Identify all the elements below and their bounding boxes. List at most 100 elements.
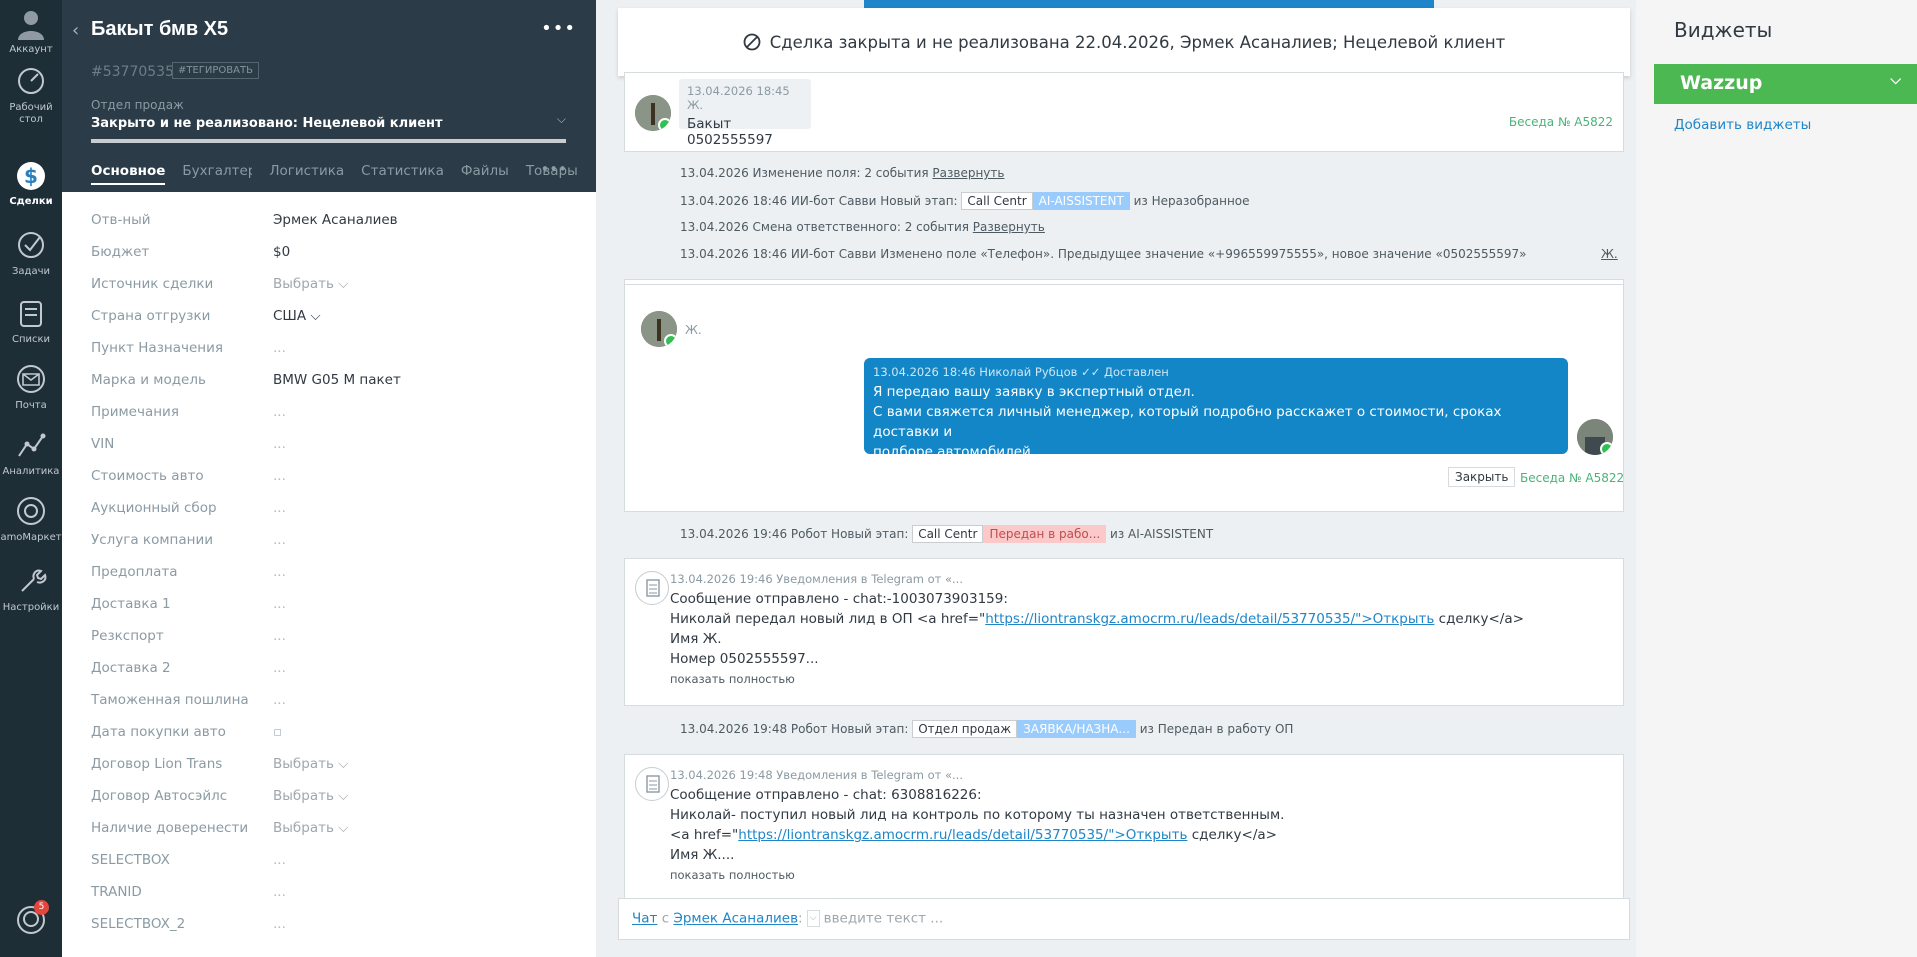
settings-icon: [21, 569, 47, 592]
deal-link[interactable]: https://liontranskgz.amocrm.ru/leads/det…: [985, 611, 1434, 627]
field-value[interactable]: ...: [273, 500, 286, 516]
nav-mail[interactable]: Почта: [0, 362, 62, 412]
status-select[interactable]: Закрыто и не реализовано: Нецелевой клие…: [91, 116, 566, 131]
field-value[interactable]: ...: [273, 468, 286, 484]
tab-main[interactable]: Основное: [91, 163, 166, 185]
field-value[interactable]: ...: [273, 564, 286, 580]
chevron-down-icon[interactable]: ⌵: [806, 910, 820, 927]
nav-deals[interactable]: $ Сделки: [0, 158, 62, 208]
calendar-icon[interactable]: ▫: [273, 724, 282, 740]
field-value[interactable]: Выбрать ⌵: [273, 276, 348, 292]
chat-input[interactable]: введите текст ...: [824, 911, 944, 927]
field-row: Источник сделки Выбрать ⌵: [91, 272, 571, 304]
closed-banner: Сделка закрыта и не реализована 22.04.20…: [618, 8, 1630, 76]
card-menu-icon[interactable]: •••: [541, 18, 576, 39]
show-more-link[interactable]: показать полностью: [670, 865, 1284, 885]
field-value[interactable]: ...: [273, 340, 286, 356]
message-meta: 13.04.2026 19:46 Уведомления в Telegram …: [670, 572, 963, 586]
show-more-link[interactable]: показать полностью: [670, 669, 1524, 689]
field-label: SELECTBOX_2: [91, 916, 186, 932]
message-meta: 13.04.2026 18:45 Ж.: [687, 84, 790, 112]
nav-dashboard[interactable]: Рабочий стол: [0, 64, 62, 126]
tg-line: Имя Ж.: [670, 631, 722, 647]
client-name: Ж.: [685, 323, 702, 337]
nav-analytics[interactable]: Аналитика: [0, 428, 62, 478]
event-suffix: из Неразобранное: [1129, 194, 1250, 208]
nav-account-label: Аккаунт: [9, 44, 53, 55]
deal-link[interactable]: https://liontranskgz.amocrm.ru/leads/det…: [738, 827, 1187, 843]
chat-mode-link[interactable]: Чат: [632, 911, 657, 927]
message-meta: 13.04.2026 18:46 Николай Рубцов ✓✓ Доста…: [873, 365, 1559, 379]
nav-tasks[interactable]: Задачи: [0, 228, 62, 278]
field-value[interactable]: Выбрать ⌵: [273, 820, 348, 836]
field-label: Отв-ный: [91, 212, 151, 228]
nav-account[interactable]: Аккаунт: [0, 6, 62, 56]
tab-files[interactable]: Файлы: [461, 163, 509, 185]
field-value[interactable]: ...: [273, 628, 286, 644]
pipeline-name: Отдел продаж: [91, 98, 184, 112]
author-link[interactable]: Ж.: [1601, 247, 1618, 261]
expand-link[interactable]: Развернуть: [932, 166, 1004, 180]
feed: Сделка закрыта и не реализована 22.04.20…: [596, 0, 1636, 957]
nav-market-label: amoМаркет: [0, 532, 62, 543]
tag-button[interactable]: #ТЕГИРОВАТЬ: [172, 62, 259, 79]
tab-accounting[interactable]: Бухгалтер: [182, 163, 252, 185]
tg-line-pre: <a href=": [670, 827, 739, 843]
chat-recipient-link[interactable]: Эрмек Асаналиев: [673, 911, 798, 927]
tab-logistics[interactable]: Логистика: [269, 163, 344, 185]
message-line: Я передаю вашу заявку в экспертный отдел…: [873, 384, 1195, 400]
field-label: Резкспорт: [91, 628, 164, 644]
field-value[interactable]: ...: [273, 596, 286, 612]
closed-banner-text: Сделка закрыта и не реализована 22.04.20…: [769, 32, 1506, 52]
pipeline-pill: Call Centr: [961, 192, 1033, 210]
outgoing-bubble: 13.04.2026 18:46 Николай Рубцов ✓✓ Доста…: [864, 358, 1568, 460]
event-stage-change: 13.04.2026 19:48 Робот Новый этап: Отдел…: [680, 720, 1293, 738]
ban-icon: [743, 33, 761, 51]
tabs-more-icon[interactable]: •••: [540, 160, 567, 178]
field-row: Доставка 1...: [91, 592, 571, 624]
field-row: Страна отгрузки США ⌵: [91, 304, 571, 336]
message-meta-text: 13.04.2026 18:46 Николай Рубцов: [873, 365, 1078, 379]
event-responsible-change: 13.04.2026 Смена ответственного: 2 событ…: [680, 220, 1045, 234]
field-value[interactable]: ...: [273, 436, 286, 452]
chevron-down-icon[interactable]: ⌵: [557, 112, 566, 127]
tab-statistics[interactable]: Статистика: [361, 163, 444, 185]
nav-settings[interactable]: Настройки: [0, 564, 62, 614]
field-value[interactable]: ...: [273, 660, 286, 676]
field-value[interactable]: ...: [273, 916, 286, 932]
nav-tasks-label: Задачи: [12, 266, 50, 277]
account-icon: [18, 11, 44, 40]
field-value[interactable]: ...: [273, 532, 286, 548]
add-widgets-link[interactable]: Добавить виджеты: [1674, 117, 1811, 133]
whatsapp-icon: [658, 118, 671, 131]
wazzup-widget[interactable]: Wazzup ⌵: [1654, 64, 1917, 104]
message-meta: 13.04.2026 19:48 Уведомления в Telegram …: [670, 768, 963, 782]
close-conversation-button[interactable]: Закрыть: [1448, 467, 1516, 487]
tg-line: Николай передал новый лид в ОП <a href="…: [670, 609, 1524, 629]
field-value[interactable]: ...: [273, 852, 286, 868]
nav-chats[interactable]: 5: [0, 900, 62, 940]
svg-text:$: $: [24, 164, 38, 188]
chevron-down-icon[interactable]: ⌵: [1890, 72, 1901, 88]
field-value[interactable]: ...: [273, 692, 286, 708]
document-glyph: [646, 775, 660, 793]
field-value[interactable]: $0: [273, 244, 290, 260]
field-value[interactable]: BMW G05 M пакет: [273, 372, 401, 388]
field-value[interactable]: Выбрать ⌵: [273, 756, 348, 772]
conversation-link[interactable]: Беседа № A5822: [1509, 115, 1613, 129]
field-label: Договор Lion Trans: [91, 756, 223, 772]
field-value[interactable]: ...: [273, 404, 286, 420]
tg-line: Сообщение отправлено - chat: 6308816226:: [670, 787, 982, 803]
field-value[interactable]: США ⌵: [273, 308, 321, 324]
telegram-body: 13.04.2026 19:48 Уведомления в Telegram …: [670, 765, 1284, 885]
field-value[interactable]: Эрмек Асаналиев: [273, 212, 398, 228]
nav-lists[interactable]: Списки: [0, 296, 62, 346]
field-value[interactable]: Выбрать ⌵: [273, 788, 348, 804]
back-arrow-icon[interactable]: ‹: [72, 20, 79, 41]
nav-market[interactable]: amoМаркет: [0, 494, 62, 544]
field-value[interactable]: ...: [273, 884, 286, 900]
conversation-link[interactable]: Беседа № A5822: [1520, 471, 1624, 485]
field-label: SELECTBOX: [91, 852, 170, 868]
lead-title[interactable]: Бакыт бмв Х5: [91, 18, 228, 41]
expand-link[interactable]: Развернуть: [973, 220, 1045, 234]
